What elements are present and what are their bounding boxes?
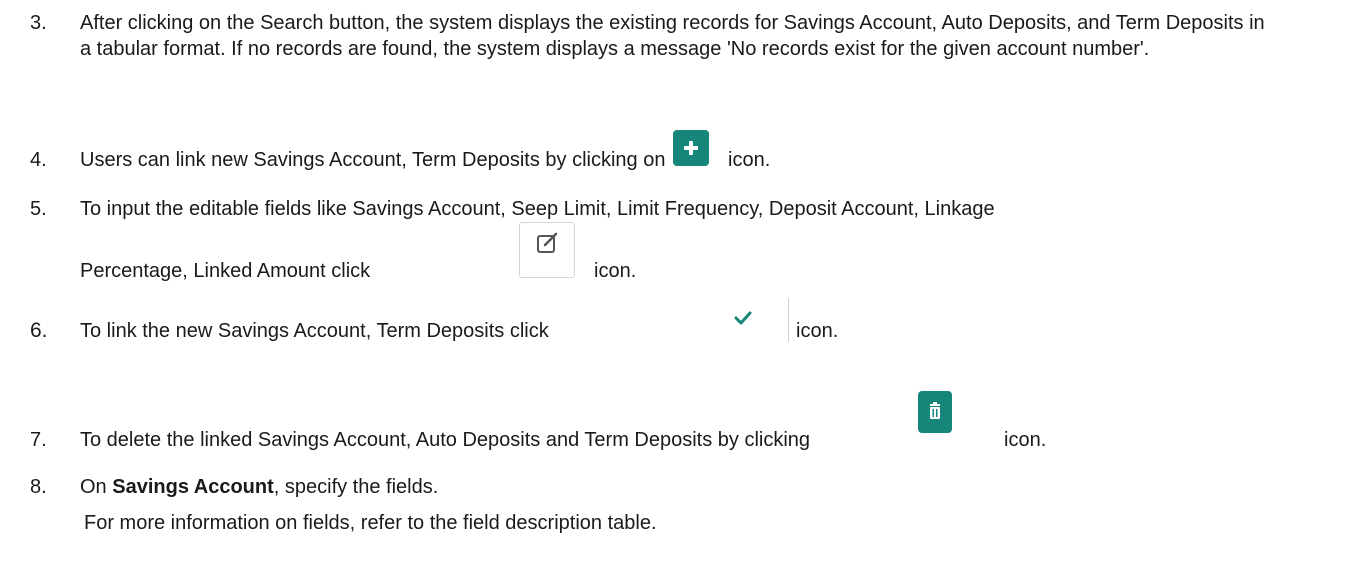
step-text: On Savings Account, specify the fields. <box>80 474 438 500</box>
step-text-suffix: icon. <box>594 260 637 282</box>
step-text-suffix: , specify the fields. <box>273 476 439 498</box>
step-text-suffix: icon. <box>728 149 771 171</box>
step-number: 3. <box>30 12 47 34</box>
trash-icon <box>918 391 952 433</box>
step-number: 4. <box>30 149 47 171</box>
step-text: After clicking on the Search button, the… <box>80 12 1265 60</box>
step-number: 7. <box>30 429 47 451</box>
step-text-suffix: icon. <box>1004 429 1047 451</box>
field-section-name: Savings Account <box>112 476 274 498</box>
step-text: To link the new Savings Account, Term De… <box>80 320 549 342</box>
step-number: 8. <box>30 476 47 498</box>
check-icon <box>722 302 782 338</box>
step-number: 5. <box>30 198 47 220</box>
step-text: To input the editable fields like Saving… <box>80 198 995 220</box>
step-text: Users can link new Savings Account, Term… <box>80 149 666 171</box>
plus-icon <box>673 130 709 166</box>
step-text: Percentage, Linked Amount click <box>80 260 371 282</box>
step-text-prefix: On <box>80 476 107 498</box>
step-number: 6. <box>30 319 48 342</box>
edit-icon <box>519 222 575 278</box>
step-text: To delete the linked Savings Account, Au… <box>80 429 811 451</box>
reference-note: For more information on fields, refer to… <box>84 512 657 534</box>
divider <box>788 298 789 342</box>
step-text-suffix: icon. <box>796 320 839 342</box>
